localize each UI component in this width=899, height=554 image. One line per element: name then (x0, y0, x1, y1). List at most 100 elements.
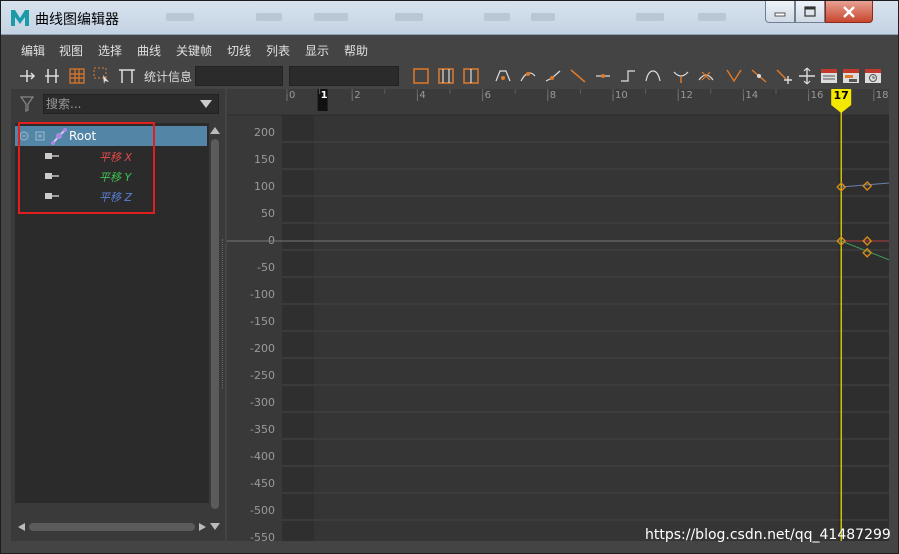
window-title: 曲线图编辑器 (35, 12, 119, 28)
menu-list[interactable]: 列表 (266, 42, 290, 59)
value-tick-label: -300 (250, 396, 275, 409)
menu-keys[interactable]: 关键帧 (176, 42, 212, 59)
free-tangent-weight-icon[interactable] (774, 66, 794, 86)
annotation-highlight (18, 122, 155, 214)
insert-key-tool-icon[interactable] (42, 66, 62, 86)
blurred-text (636, 13, 664, 21)
value-tick-label: 100 (254, 180, 275, 193)
value-tick-label: 150 (254, 153, 275, 166)
post-range-shade (838, 89, 889, 541)
stats-field-time[interactable] (195, 66, 283, 86)
flat-tangent-icon[interactable] (593, 66, 613, 86)
time-tick-label: 8 (550, 90, 556, 101)
time-tick-label: 0 (289, 90, 295, 101)
lattice-deform-icon[interactable] (67, 66, 87, 86)
maximize-button[interactable] (795, 1, 825, 23)
graph-canvas: 200 150 100 50 0 -50 -100 -150 -200 -250 -300 -350 -… (227, 89, 889, 541)
minimize-button[interactable] (765, 1, 795, 23)
stats-field-value[interactable] (289, 66, 399, 86)
vertical-scrollbar[interactable] (209, 123, 221, 535)
plateau-tangent-icon[interactable] (643, 66, 663, 86)
stats-label: 统计信息 (144, 70, 193, 84)
blurred-text (395, 13, 423, 21)
blurred-text (314, 13, 348, 21)
step-tangent-icon[interactable] (618, 66, 638, 86)
menu-help[interactable]: 帮助 (344, 42, 368, 59)
menu-show[interactable]: 显示 (305, 42, 329, 59)
blurred-text (484, 13, 510, 21)
spline-tangent-icon[interactable] (518, 66, 538, 86)
range-start-label: 1 (321, 90, 328, 101)
panel-splitter[interactable] (222, 239, 224, 389)
close-button[interactable] (825, 1, 873, 23)
close-icon (843, 5, 855, 18)
break-tangents-icon[interactable] (724, 66, 744, 86)
menu-select[interactable]: 选择 (98, 42, 122, 59)
horizontal-scrollbar[interactable] (15, 521, 209, 533)
blurred-text (698, 13, 726, 21)
value-tick-label: -500 (250, 504, 275, 517)
menu-curves[interactable]: 曲线 (137, 42, 161, 59)
scroll-thumb[interactable] (211, 139, 219, 509)
value-tick-label: -450 (250, 477, 275, 490)
time-editor-icon[interactable] (863, 66, 883, 86)
value-tick-label: -200 (250, 342, 275, 355)
lock-tangent-weight-icon[interactable] (797, 66, 817, 86)
swap-buffer-curve-icon[interactable] (696, 66, 716, 86)
frame-playback-range-icon[interactable] (436, 66, 456, 86)
buffer-curve-snapshot-icon[interactable] (671, 66, 691, 86)
blurred-text (256, 13, 282, 21)
region-select-icon[interactable] (92, 66, 112, 86)
time-tick-label: 10 (615, 90, 628, 101)
value-tick-label: -350 (250, 423, 275, 436)
watermark-text: https://blog.csdn.net/qq_41487299 (645, 527, 891, 543)
dope-sheet-icon[interactable] (819, 66, 839, 86)
value-tick-label: -150 (250, 315, 275, 328)
move-key-tool-icon[interactable] (17, 66, 37, 86)
time-tick-label: 16 (811, 90, 824, 101)
center-current-time-icon[interactable] (461, 66, 481, 86)
search-input[interactable] (46, 96, 196, 112)
search-box[interactable] (43, 94, 219, 114)
time-tick-label: 12 (680, 90, 693, 101)
scroll-up-icon[interactable] (210, 126, 220, 134)
scroll-right-icon[interactable] (199, 523, 207, 531)
blurred-text (531, 13, 555, 21)
value-tick-label: -400 (250, 450, 275, 463)
blurred-text (166, 13, 194, 21)
graph-view[interactable]: 200 150 100 50 0 -50 -100 -150 -200 -250 -300 -350 -… (227, 89, 889, 541)
value-tick-label: 200 (254, 126, 275, 139)
value-tick-label: -100 (250, 288, 275, 301)
toolbar: 统计信息 (11, 63, 889, 89)
value-tick-label: -50 (257, 261, 275, 274)
maya-logo-icon (11, 10, 29, 26)
trax-editor-icon[interactable] (841, 66, 861, 86)
pre-range-shade (282, 89, 314, 541)
menu-tangents[interactable]: 切线 (227, 42, 251, 59)
menu-edit[interactable]: 编辑 (21, 42, 45, 59)
minimize-icon (774, 12, 786, 16)
menu-bar: 编辑 视图 选择 曲线 关键帧 切线 列表 显示 帮助 (11, 39, 889, 61)
unify-tangents-icon[interactable] (749, 66, 769, 86)
linear-tangent-icon[interactable] (568, 66, 588, 86)
time-tick-label: 18 (876, 90, 889, 101)
value-tick-label: -250 (250, 369, 275, 382)
scroll-thumb[interactable] (29, 523, 195, 531)
maximize-icon (804, 6, 816, 17)
menu-view[interactable]: 视图 (59, 42, 83, 59)
clamped-tangent-icon[interactable] (543, 66, 563, 86)
retime-tool-icon[interactable] (117, 66, 137, 86)
chevron-down-icon[interactable] (200, 100, 212, 108)
time-tick-label: 14 (745, 90, 758, 101)
title-bar[interactable]: 曲线图编辑器 (1, 1, 898, 35)
scroll-left-icon[interactable] (17, 523, 25, 531)
frame-all-icon[interactable] (411, 66, 431, 86)
filter-icon[interactable] (17, 94, 37, 114)
playhead-frame-label: 17 (834, 89, 849, 102)
playback-range (314, 89, 838, 541)
time-tick-label: 6 (485, 90, 491, 101)
scroll-down-icon[interactable] (210, 523, 220, 531)
time-tick-label: 2 (354, 90, 360, 101)
auto-tangent-icon[interactable] (493, 66, 513, 86)
value-tick-label: 50 (261, 207, 275, 220)
